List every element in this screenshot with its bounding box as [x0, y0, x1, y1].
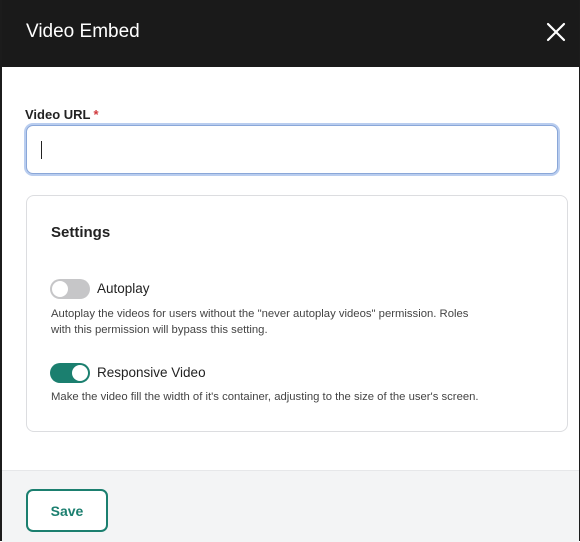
video-url-label-text: Video URL	[25, 107, 91, 122]
save-button[interactable]: Save	[26, 489, 108, 532]
responsive-video-description: Make the video fill the width of it's co…	[51, 389, 479, 405]
dialog-body: Video URL * Settings Autoplay Autoplay th…	[2, 67, 579, 470]
autoplay-description: Autoplay the videos for users without th…	[51, 306, 468, 338]
responsive-video-label: Responsive Video	[97, 365, 206, 380]
description-line: Make the video fill the width of it's co…	[51, 391, 479, 403]
dialog-footer: Save	[2, 470, 579, 542]
video-embed-dialog: Video Embed Video URL * Settings Autoplay…	[0, 0, 580, 542]
description-line: with this permission will bypass this se…	[51, 324, 268, 336]
required-marker: *	[93, 107, 99, 122]
settings-panel: Settings Autoplay Autoplay the videos fo…	[26, 195, 568, 432]
settings-title: Settings	[51, 224, 111, 241]
toggle-knob	[72, 365, 88, 381]
autoplay-toggle[interactable]	[50, 279, 90, 299]
dialog-title: Video Embed	[26, 21, 140, 42]
autoplay-label: Autoplay	[97, 281, 150, 296]
toggle-knob	[52, 281, 68, 297]
video-url-input[interactable]	[26, 125, 558, 174]
close-icon[interactable]	[541, 17, 571, 47]
description-line: Autoplay the videos for users without th…	[51, 308, 469, 320]
dialog-header: Video Embed	[2, 0, 579, 67]
video-url-label: Video URL *	[25, 107, 99, 122]
text-cursor	[41, 141, 42, 159]
responsive-video-toggle[interactable]	[50, 363, 90, 383]
